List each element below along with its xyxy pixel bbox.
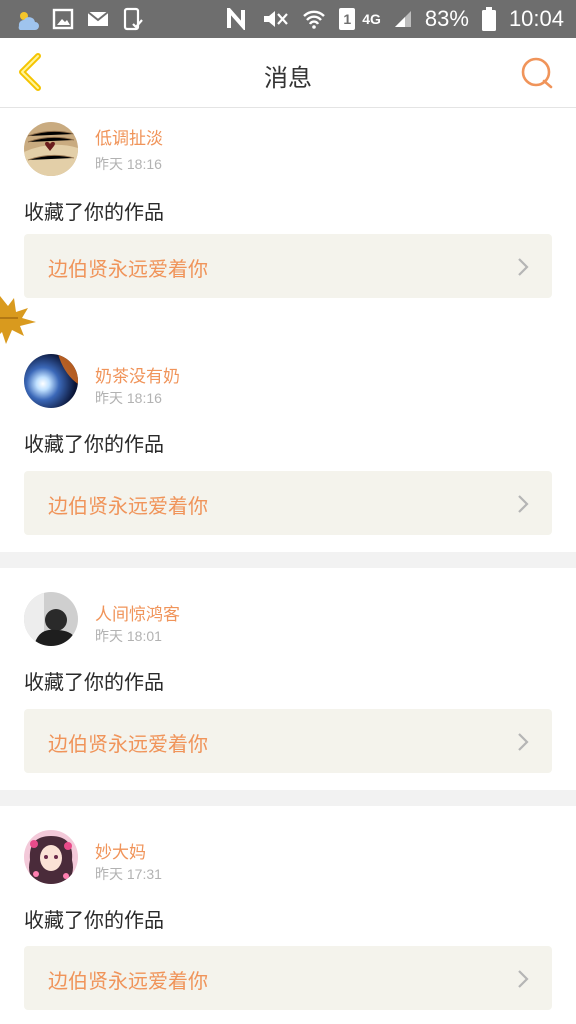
chevron-right-icon bbox=[518, 733, 529, 751]
wifi-icon bbox=[302, 7, 326, 31]
message-card: 人间惊鸿客 昨天 18:01 收藏了你的作品 边伯贤永远爱着你 bbox=[0, 568, 576, 790]
avatar[interactable] bbox=[24, 354, 78, 408]
chevron-right-icon bbox=[518, 258, 529, 276]
book-pages-image bbox=[24, 122, 78, 176]
chat-bubble-icon bbox=[521, 57, 553, 89]
timestamp: 昨天 18:01 bbox=[95, 628, 162, 644]
action-text: 收藏了你的作品 bbox=[24, 200, 164, 224]
chat-button[interactable] bbox=[520, 56, 554, 90]
username[interactable]: 妙大妈 bbox=[95, 838, 146, 863]
action-text: 收藏了你的作品 bbox=[24, 908, 164, 932]
mail-icon bbox=[86, 7, 110, 31]
light-burst-image bbox=[24, 354, 78, 408]
work-link[interactable]: 边伯贤永远爱着你 bbox=[24, 471, 552, 535]
username[interactable]: 低调扯淡 bbox=[95, 124, 163, 149]
work-title: 边伯贤永远爱着你 bbox=[48, 969, 208, 993]
sim-slot-label: 1 bbox=[343, 11, 352, 27]
navigation-bar: 消息 bbox=[0, 38, 576, 108]
status-bar-left bbox=[14, 7, 144, 31]
dark-portrait-image bbox=[24, 592, 78, 646]
username[interactable]: 奶茶没有奶 bbox=[95, 362, 180, 387]
message-card: 妙大妈 昨天 17:31 收藏了你的作品 边伯贤永远爱着你 bbox=[0, 806, 576, 1024]
signal-icon bbox=[393, 7, 413, 31]
anime-girl-image bbox=[24, 830, 78, 884]
nfc-icon bbox=[226, 7, 248, 31]
maple-leaf-decoration bbox=[0, 296, 36, 344]
timestamp: 昨天 18:16 bbox=[95, 390, 162, 406]
page-title: 消息 bbox=[264, 64, 312, 92]
network-type-label: 4G bbox=[362, 11, 381, 27]
work-title: 边伯贤永远爱着你 bbox=[48, 494, 208, 518]
mute-icon bbox=[260, 7, 290, 31]
username[interactable]: 人间惊鸿客 bbox=[95, 600, 180, 625]
work-link[interactable]: 边伯贤永远爱着你 bbox=[24, 234, 552, 298]
weather-icon bbox=[14, 7, 40, 31]
status-bar-right: 1 4G 83% 10:04 bbox=[226, 6, 564, 32]
status-bar: 1 4G 83% 10:04 bbox=[0, 0, 576, 38]
message-card: 奶茶没有奶 昨天 18:16 收藏了你的作品 边伯贤永远爱着你 bbox=[0, 330, 576, 552]
message-card: 低调扯淡 昨天 18:16 收藏了你的作品 边伯贤永远爱着你 bbox=[0, 108, 576, 330]
timestamp: 昨天 18:16 bbox=[95, 156, 162, 172]
battery-icon bbox=[481, 7, 497, 31]
chevron-right-icon bbox=[518, 970, 529, 988]
timestamp: 昨天 17:31 bbox=[95, 866, 162, 882]
work-title: 边伯贤永远爱着你 bbox=[48, 732, 208, 756]
avatar[interactable] bbox=[24, 592, 78, 646]
chevron-right-icon bbox=[518, 495, 529, 513]
avatar[interactable] bbox=[24, 122, 78, 176]
work-link[interactable]: 边伯贤永远爱着你 bbox=[24, 946, 552, 1010]
avatar[interactable] bbox=[24, 830, 78, 884]
work-link[interactable]: 边伯贤永远爱着你 bbox=[24, 709, 552, 773]
sim-icon: 1 bbox=[338, 7, 364, 31]
action-text: 收藏了你的作品 bbox=[24, 432, 164, 456]
phone-check-icon bbox=[122, 7, 144, 31]
clock: 10:04 bbox=[508, 6, 564, 31]
work-title: 边伯贤永远爱着你 bbox=[48, 257, 208, 281]
gallery-icon bbox=[52, 7, 74, 31]
action-text: 收藏了你的作品 bbox=[24, 670, 164, 694]
battery-percent: 83% bbox=[424, 6, 469, 31]
